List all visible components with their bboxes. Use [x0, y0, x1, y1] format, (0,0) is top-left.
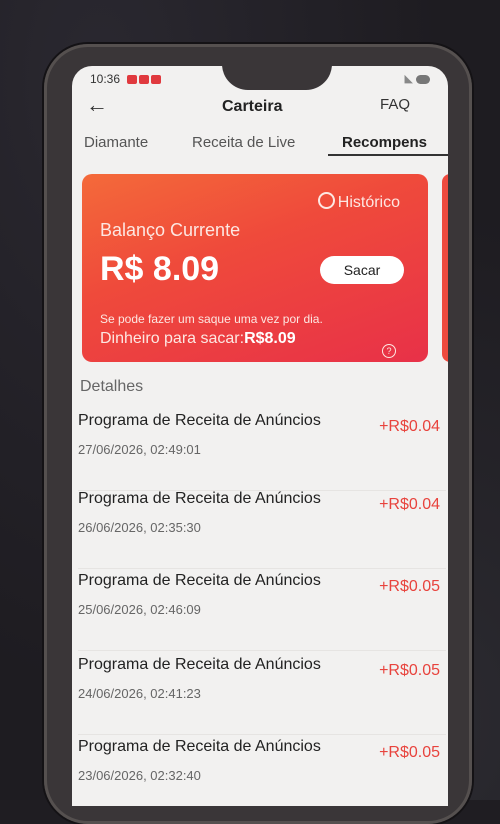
- notification-icon: [151, 75, 162, 85]
- list-item: Programa de Receita de Anúncios +R$0.05 …: [78, 738, 446, 806]
- list-item: Programa de Receita de Anúncios +R$0.05 …: [78, 572, 446, 651]
- header-bar: ← Carteira FAQ: [72, 92, 448, 122]
- item-name: Programa de Receita de Anúncios: [78, 490, 321, 507]
- withdraw-rule-text: Se pode fazer um saque uma vez por dia.: [100, 312, 323, 326]
- camera-notch: [222, 66, 332, 90]
- notification-icons: [127, 75, 162, 85]
- tab-recompensas[interactable]: Recompens: [342, 134, 427, 151]
- item-date: 25/06/2026, 02:46:09: [78, 602, 201, 617]
- page-title: Carteira: [222, 98, 283, 115]
- status-bar-right: ◣: [404, 72, 430, 85]
- tab-receita-de-live[interactable]: Receita de Live: [192, 134, 295, 151]
- item-amount: +R$0.04: [379, 418, 440, 435]
- list-item: Programa de Receita de Anúncios +R$0.04 …: [78, 412, 446, 491]
- balance-label: Balanço Currente: [100, 220, 241, 240]
- status-time: 10:36: [90, 72, 121, 86]
- next-card-peek: [442, 174, 448, 362]
- tab-diamante[interactable]: Diamante: [84, 134, 148, 151]
- history-link[interactable]: Histórico: [317, 192, 400, 212]
- list-item: Programa de Receita de Anúncios +R$0.04 …: [78, 490, 446, 569]
- details-heading: Detalhes: [80, 378, 144, 395]
- signal-icon: ◣: [404, 73, 413, 85]
- item-name: Programa de Receita de Anúncios: [78, 656, 321, 673]
- withdraw-button[interactable]: Sacar: [320, 256, 404, 284]
- list-item: Programa de Receita de Anúncios +R$0.05 …: [78, 656, 446, 735]
- history-label: Histórico: [337, 194, 400, 211]
- faq-link[interactable]: FAQ: [380, 96, 410, 113]
- balance-amount: R$ 8.09: [100, 250, 220, 288]
- phone-screen: 10:36 ◣ ← Carteira FAQ Diamante Receita …: [72, 66, 448, 806]
- item-amount: +R$0.05: [379, 744, 440, 761]
- status-bar-left: 10:36: [90, 72, 162, 86]
- battery-icon: [416, 74, 430, 84]
- tab-bar: Diamante Receita de Live Recompens: [72, 134, 448, 160]
- item-date: 23/06/2026, 02:32:40: [78, 768, 201, 783]
- available-to-withdraw: Dinheiro para sacar:R$8.09: [100, 330, 296, 348]
- item-amount: +R$0.05: [379, 662, 440, 679]
- available-label: Dinheiro para sacar:: [100, 330, 245, 347]
- item-amount: +R$0.05: [379, 578, 440, 595]
- clock-icon: [317, 192, 335, 209]
- help-icon[interactable]: ?: [382, 344, 396, 358]
- available-amount: R$8.09: [244, 330, 296, 347]
- item-amount: +R$0.04: [379, 496, 440, 513]
- item-date: 24/06/2026, 02:41:23: [78, 686, 201, 701]
- notification-icon: [139, 75, 150, 85]
- back-arrow-icon[interactable]: ←: [86, 92, 108, 118]
- item-date: 26/06/2026, 02:35:30: [78, 520, 201, 535]
- item-name: Programa de Receita de Anúncios: [78, 572, 321, 589]
- item-date: 27/06/2026, 02:49:01: [78, 442, 201, 457]
- notification-icon: [127, 75, 138, 85]
- item-name: Programa de Receita de Anúncios: [78, 738, 321, 755]
- item-name: Programa de Receita de Anúncios: [78, 412, 321, 429]
- active-tab-indicator: [328, 154, 448, 156]
- balance-card: Histórico Balanço Currente R$ 8.09 Sacar…: [82, 174, 428, 362]
